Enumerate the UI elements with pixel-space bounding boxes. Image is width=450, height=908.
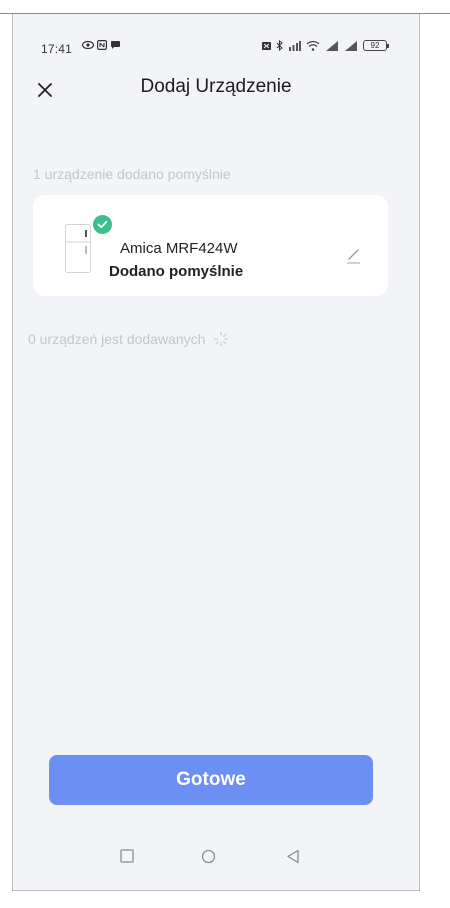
battery-icon: 92 — [363, 40, 389, 51]
recent-apps-icon[interactable] — [120, 849, 134, 863]
chat-icon — [111, 41, 120, 49]
added-devices-label: 1 urządzenie dodano pomyślnie — [33, 166, 231, 182]
page-title: Dodaj Urządzenie — [140, 76, 292, 97]
device-name: Amica MRF424W — [120, 240, 238, 257]
android-nav-bar — [13, 831, 419, 890]
status-notification-icons — [82, 40, 121, 50]
fridge-icon — [65, 224, 91, 273]
edit-pencil-icon[interactable] — [343, 245, 363, 265]
status-time: 17:41 — [41, 42, 73, 56]
signal-1-icon — [326, 40, 338, 51]
home-icon[interactable] — [201, 849, 216, 864]
mute-icon — [262, 41, 271, 50]
signal-2-icon — [345, 40, 357, 51]
back-icon[interactable] — [286, 849, 300, 864]
done-button[interactable]: Gotowe — [49, 755, 373, 805]
nfc-icon — [97, 40, 107, 50]
device-status: Dodano pomyślnie — [109, 263, 244, 280]
status-bar: 17:41 92 — [13, 14, 419, 74]
success-check-icon — [93, 215, 112, 234]
status-system-icons: 92 — [262, 40, 389, 51]
volte-signal-icon — [289, 40, 301, 51]
loading-spinner-icon — [214, 331, 229, 347]
phone-screen: 17:41 92 Dodaj Urządzenie 1 urządzenie d… — [12, 14, 420, 891]
adding-devices-row: 0 urządzeń jest dodawanych — [28, 331, 229, 347]
bluetooth-icon — [276, 40, 283, 51]
device-card[interactable]: Amica MRF424W Dodano pomyślnie — [33, 195, 388, 296]
wifi-icon — [306, 40, 320, 51]
eye-icon — [82, 40, 94, 50]
adding-devices-label: 0 urządzeń jest dodawanych — [28, 331, 206, 347]
